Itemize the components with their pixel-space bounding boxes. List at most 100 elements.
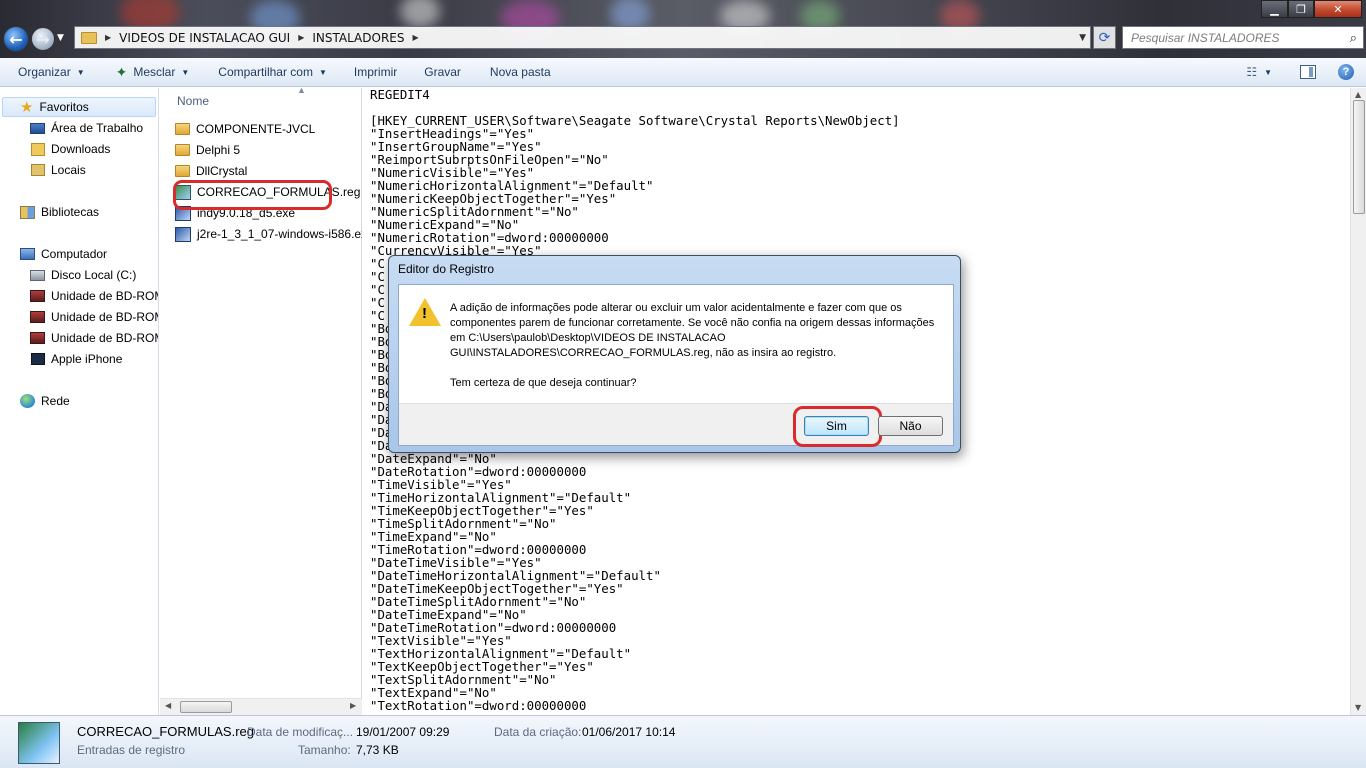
chevron-down-icon: ▼	[76, 67, 85, 77]
share-button[interactable]: Compartilhar com ▼	[198, 58, 336, 86]
star-icon: ★	[20, 99, 34, 116]
help-icon[interactable]: ?	[1338, 64, 1354, 80]
column-header-name[interactable]: Nome	[160, 88, 362, 112]
preview-line: REGEDIT4	[370, 88, 430, 102]
executable-icon	[175, 226, 191, 242]
nav-label: Locais	[51, 163, 86, 177]
nav-label: Downloads	[51, 142, 111, 156]
scroll-up-icon[interactable]: ▲	[1355, 90, 1361, 99]
print-label: Imprimir	[353, 65, 398, 79]
maximize-button[interactable]: ❐	[1288, 0, 1314, 18]
new-folder-label: Nova pasta	[489, 65, 551, 79]
bd-rom-icon	[30, 332, 45, 344]
address-bar[interactable]: ▶ VIDEOS DE INSTALACAO GUI ▶ INSTALADORE…	[74, 26, 1091, 49]
desktop-icon	[30, 122, 45, 134]
refresh-button[interactable]: ⟳	[1093, 26, 1116, 49]
nav-bd-rom-1[interactable]: Unidade de BD-ROM	[30, 286, 158, 306]
burn-button[interactable]: Gravar	[406, 58, 470, 86]
nav-label: Disco Local (C:)	[51, 268, 137, 282]
back-button[interactable]: ←	[3, 26, 29, 52]
vertical-scrollbar[interactable]: ▲ ▼	[1350, 88, 1366, 715]
no-button[interactable]: Não	[878, 416, 943, 436]
forward-button[interactable]: →	[31, 27, 55, 51]
nav-label: Unidade de BD-ROM	[51, 310, 158, 324]
yes-button[interactable]: Sim	[804, 416, 869, 436]
nav-label: Apple iPhone	[51, 352, 123, 366]
mix-label: Mesclar	[133, 65, 176, 79]
nav-iphone[interactable]: Apple iPhone	[31, 349, 122, 369]
nav-places[interactable]: Locais	[31, 160, 86, 180]
details-pane: CORRECAO_FORMULAS.reg Entradas de regist…	[0, 715, 1366, 768]
chevron-down-icon[interactable]: ▼	[1079, 33, 1086, 43]
recent-places-icon	[31, 164, 45, 176]
details-file-name: CORRECAO_FORMULAS.reg	[77, 724, 254, 739]
change-view-button[interactable]: ☷ ▼	[1246, 65, 1272, 79]
annotation-highlight	[173, 180, 332, 210]
network-icon	[20, 394, 35, 408]
list-item[interactable]: DllCrystal	[175, 161, 247, 181]
close-button[interactable]: ✕	[1314, 0, 1362, 18]
new-folder-button[interactable]: Nova pasta	[470, 58, 560, 86]
created-value: 01/06/2017 10:14	[582, 725, 676, 739]
mix-button[interactable]: ✦ Mesclar ▼	[94, 58, 199, 86]
scroll-left-icon[interactable]: ◀	[165, 701, 171, 710]
search-input[interactable]: Pesquisar INSTALADORES ⌕	[1122, 26, 1364, 49]
minimize-button[interactable]: ▁	[1261, 0, 1288, 18]
recent-pages-dropdown[interactable]: ▼	[57, 33, 64, 43]
share-label: Compartilhar com	[218, 65, 313, 79]
registry-file-icon	[18, 722, 60, 764]
organize-label: Organizar	[18, 65, 71, 79]
refresh-icon: ⟳	[1098, 29, 1111, 46]
nav-label: Rede	[41, 394, 70, 408]
file-name: j2re-1_3_1_07-windows-i586.exe	[197, 227, 362, 241]
list-item[interactable]: j2re-1_3_1_07-windows-i586.exe	[175, 224, 362, 244]
nav-favorites[interactable]: ★ Favoritos	[2, 97, 156, 117]
arrow-right-icon: →	[36, 29, 50, 49]
drive-icon	[30, 269, 45, 281]
scrollbar-thumb[interactable]	[180, 701, 232, 713]
nav-bd-rom-3[interactable]: Unidade de BD-ROM	[30, 328, 158, 348]
breadcrumb-segment[interactable]: VIDEOS DE INSTALACAO GUI	[111, 31, 298, 45]
warning-icon: !	[409, 298, 441, 326]
nav-label: Favoritos	[39, 100, 89, 114]
horizontal-scrollbar[interactable]: ◀ ▶	[160, 698, 362, 715]
arrow-left-icon: ←	[9, 29, 23, 49]
size-label: Tamanho:	[298, 743, 351, 757]
nav-bd-rom-2[interactable]: Unidade de BD-ROM	[30, 307, 158, 327]
scrollbar-thumb[interactable]	[1353, 100, 1365, 214]
column-label: Nome	[177, 94, 210, 108]
scroll-down-icon[interactable]: ▼	[1355, 703, 1361, 712]
warning-text: A adição de informações pode alterar ou …	[450, 302, 935, 359]
folder-icon	[175, 123, 190, 135]
navigation-pane: ★ Favoritos Área de Trabalho Downloads Lo…	[0, 88, 159, 715]
nav-network[interactable]: Rede	[20, 391, 70, 411]
created-label: Data da criação:	[494, 725, 582, 739]
nav-downloads[interactable]: Downloads	[31, 139, 110, 159]
chevron-right-icon[interactable]: ▶	[413, 33, 419, 42]
nav-label: Área de Trabalho	[51, 121, 144, 135]
title-bar: ▁ ❐ ✕ ← → ▼ ▶ VIDEOS DE INSTALACAO GUI ▶…	[0, 0, 1366, 58]
nav-desktop[interactable]: Área de Trabalho	[30, 118, 143, 138]
print-button[interactable]: Imprimir	[336, 58, 406, 86]
modified-label: Data de modificaç...	[247, 725, 354, 739]
list-item[interactable]: Delphi 5	[175, 140, 240, 160]
burn-label: Gravar	[424, 65, 461, 79]
views-icon: ☷	[1246, 65, 1257, 79]
scroll-right-icon[interactable]: ▶	[350, 701, 356, 710]
dialog-body: ! A adição de informações pode alterar o…	[398, 284, 954, 447]
breadcrumb-segment[interactable]: INSTALADORES	[304, 31, 412, 45]
dialog-title: Editor do Registro	[398, 262, 495, 276]
sort-ascending-icon: ▲	[297, 85, 306, 95]
folder-icon	[175, 144, 190, 156]
nav-computer[interactable]: Computador	[20, 244, 107, 264]
folder-icon	[81, 31, 97, 44]
nav-libraries[interactable]: Bibliotecas	[20, 202, 99, 222]
nav-label: Unidade de BD-ROM	[51, 289, 158, 303]
preview-pane-icon[interactable]	[1300, 65, 1316, 79]
file-name: DllCrystal	[196, 164, 248, 178]
confirmation-question: Tem certeza de que deseja continuar?	[450, 377, 637, 389]
nav-local-disk[interactable]: Disco Local (C:)	[30, 265, 136, 285]
merge-icon: ✦	[115, 63, 128, 80]
list-item[interactable]: COMPONENTE-JVCL	[175, 119, 315, 139]
organize-button[interactable]: Organizar ▼	[0, 58, 94, 86]
